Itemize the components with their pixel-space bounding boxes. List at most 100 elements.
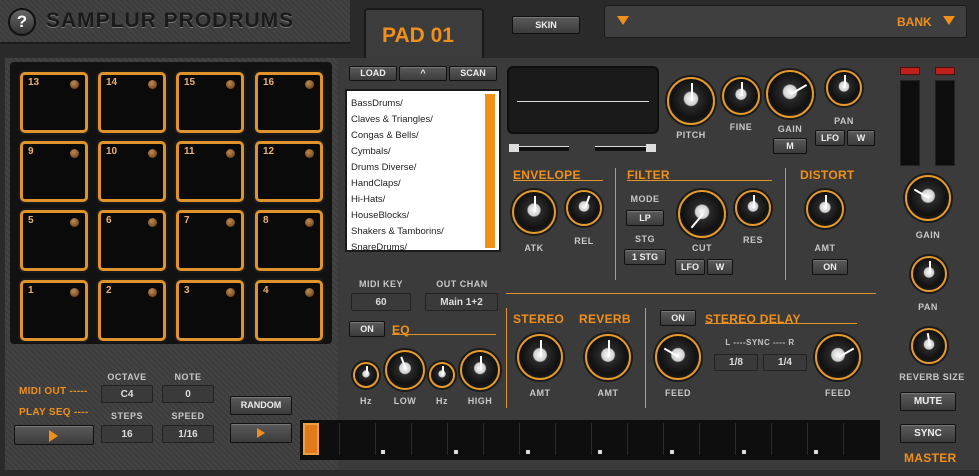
pad-3[interactable]: 3 <box>176 280 244 341</box>
pad-number: 1 <box>28 285 34 296</box>
pad-16[interactable]: 16 <box>255 72 323 133</box>
eq-high-gain-knob[interactable] <box>460 350 500 390</box>
pad-8[interactable]: 8 <box>255 210 323 271</box>
bank-prev-triangle-icon[interactable] <box>617 16 629 25</box>
list-scrollbar[interactable] <box>485 94 495 248</box>
pad-2[interactable]: 2 <box>98 280 166 341</box>
stereo-amount-knob[interactable] <box>517 334 563 380</box>
up-folder-button[interactable]: ^ <box>399 66 447 81</box>
pad-4[interactable]: 4 <box>255 280 323 341</box>
step-cell-divider[interactable] <box>447 423 448 455</box>
pad-10[interactable]: 10 <box>98 141 166 202</box>
sample-start-handle[interactable] <box>509 144 519 152</box>
load-button[interactable]: LOAD <box>349 66 397 81</box>
filter-lfo-button[interactable]: LFO <box>675 259 705 275</box>
master-gain-knob[interactable] <box>905 175 951 221</box>
delay-feedback-right-knob[interactable] <box>815 334 861 380</box>
step-cell-divider[interactable] <box>591 423 592 455</box>
pad-12[interactable]: 12 <box>255 141 323 202</box>
knob-indicator <box>366 366 368 375</box>
steps-field[interactable]: 16 <box>101 425 153 443</box>
list-item[interactable]: Shakers & Tamborins/ <box>351 224 444 240</box>
step-cell-divider[interactable] <box>555 423 556 455</box>
pad-13[interactable]: 13 <box>20 72 88 133</box>
pad-6[interactable]: 6 <box>98 210 166 271</box>
delay-on-button[interactable]: ON <box>660 310 696 326</box>
step-cell-divider[interactable] <box>519 423 520 455</box>
play-seq-button[interactable] <box>14 425 94 445</box>
list-item[interactable]: HouseBlocks/ <box>351 208 444 224</box>
list-item[interactable]: Drums Diverse/ <box>351 160 444 176</box>
random-button[interactable]: RANDOM <box>230 396 292 415</box>
reverb-size-knob[interactable] <box>911 328 947 364</box>
midi-key-field[interactable]: 60 <box>351 293 411 311</box>
distort-on-button[interactable]: ON <box>812 259 848 275</box>
step-1-active[interactable] <box>303 423 319 455</box>
step-marker <box>381 450 385 454</box>
step-cell-divider[interactable] <box>627 423 628 455</box>
seq-play-button[interactable] <box>230 423 292 443</box>
bank-dropdown-triangle-icon[interactable] <box>943 16 955 25</box>
list-item[interactable]: Claves & Triangles/ <box>351 112 444 128</box>
step-cell-divider[interactable] <box>483 423 484 455</box>
list-item[interactable]: Hi-Hats/ <box>351 192 444 208</box>
filter-mode-button[interactable]: LP <box>626 210 664 226</box>
step-cell-divider[interactable] <box>411 423 412 455</box>
out-chan-field[interactable]: Main 1+2 <box>425 293 498 311</box>
release-knob[interactable] <box>566 190 602 226</box>
gain-knob[interactable] <box>766 70 814 118</box>
filter-stage-button[interactable]: 1 STG <box>624 249 666 265</box>
step-cell-divider[interactable] <box>375 423 376 455</box>
reverb-amount-knob[interactable] <box>585 334 631 380</box>
mute-button[interactable]: MUTE <box>900 392 956 411</box>
list-item[interactable]: Cymbals/ <box>351 144 444 160</box>
list-item[interactable]: HandClaps/ <box>351 176 444 192</box>
lfo-wave-button[interactable]: W <box>847 130 875 146</box>
pad-11[interactable]: 11 <box>176 141 244 202</box>
step-cell-divider[interactable] <box>735 423 736 455</box>
fine-knob[interactable] <box>722 77 760 115</box>
mono-button[interactable]: M <box>773 138 807 154</box>
distort-amount-knob[interactable] <box>806 190 844 228</box>
resonance-knob[interactable] <box>735 190 771 226</box>
step-cell-divider[interactable] <box>771 423 772 455</box>
pad-7[interactable]: 7 <box>176 210 244 271</box>
file-browser-list[interactable]: BassDrums/ Claves & Triangles/ Congas & … <box>345 89 501 253</box>
note-field[interactable]: 0 <box>162 385 214 403</box>
sync-button[interactable]: SYNC <box>900 424 956 443</box>
step-cell-divider[interactable] <box>339 423 340 455</box>
pad-9[interactable]: 9 <box>20 141 88 202</box>
waveform-display[interactable] <box>507 66 659 134</box>
scan-button[interactable]: SCAN <box>449 66 497 81</box>
pad-1[interactable]: 1 <box>20 280 88 341</box>
step-cell-divider[interactable] <box>807 423 808 455</box>
eq-high-freq-knob[interactable] <box>429 362 455 388</box>
eq-low-gain-knob[interactable] <box>385 350 425 390</box>
pad-15[interactable]: 15 <box>176 72 244 133</box>
filter-lfo-wave-button[interactable]: W <box>707 259 733 275</box>
attack-knob[interactable] <box>512 190 556 234</box>
delay-left-time-field[interactable]: 1/8 <box>714 354 758 371</box>
master-pan-knob[interactable] <box>911 256 947 292</box>
sample-end-handle[interactable] <box>646 144 656 152</box>
delay-feedback-left-knob[interactable] <box>655 334 701 380</box>
eq-on-button[interactable]: ON <box>349 321 385 337</box>
step-cell-divider[interactable] <box>699 423 700 455</box>
list-item[interactable]: Congas & Bells/ <box>351 128 444 144</box>
cutoff-knob[interactable] <box>678 190 726 238</box>
pad-5[interactable]: 5 <box>20 210 88 271</box>
help-button[interactable]: ? <box>8 8 36 36</box>
eq-low-freq-knob[interactable] <box>353 362 379 388</box>
speed-field[interactable]: 1/16 <box>162 425 214 443</box>
lfo-button[interactable]: LFO <box>815 130 845 146</box>
delay-right-time-field[interactable]: 1/4 <box>763 354 807 371</box>
octave-field[interactable]: C4 <box>101 385 153 403</box>
step-cell-divider[interactable] <box>843 423 844 455</box>
step-cell-divider[interactable] <box>663 423 664 455</box>
list-item[interactable]: SnareDrums/ <box>351 240 444 256</box>
pan-knob[interactable] <box>826 70 862 106</box>
list-item[interactable]: BassDrums/ <box>351 96 444 112</box>
pitch-knob[interactable] <box>667 77 715 125</box>
skin-button[interactable]: SKIN <box>512 16 580 34</box>
pad-14[interactable]: 14 <box>98 72 166 133</box>
